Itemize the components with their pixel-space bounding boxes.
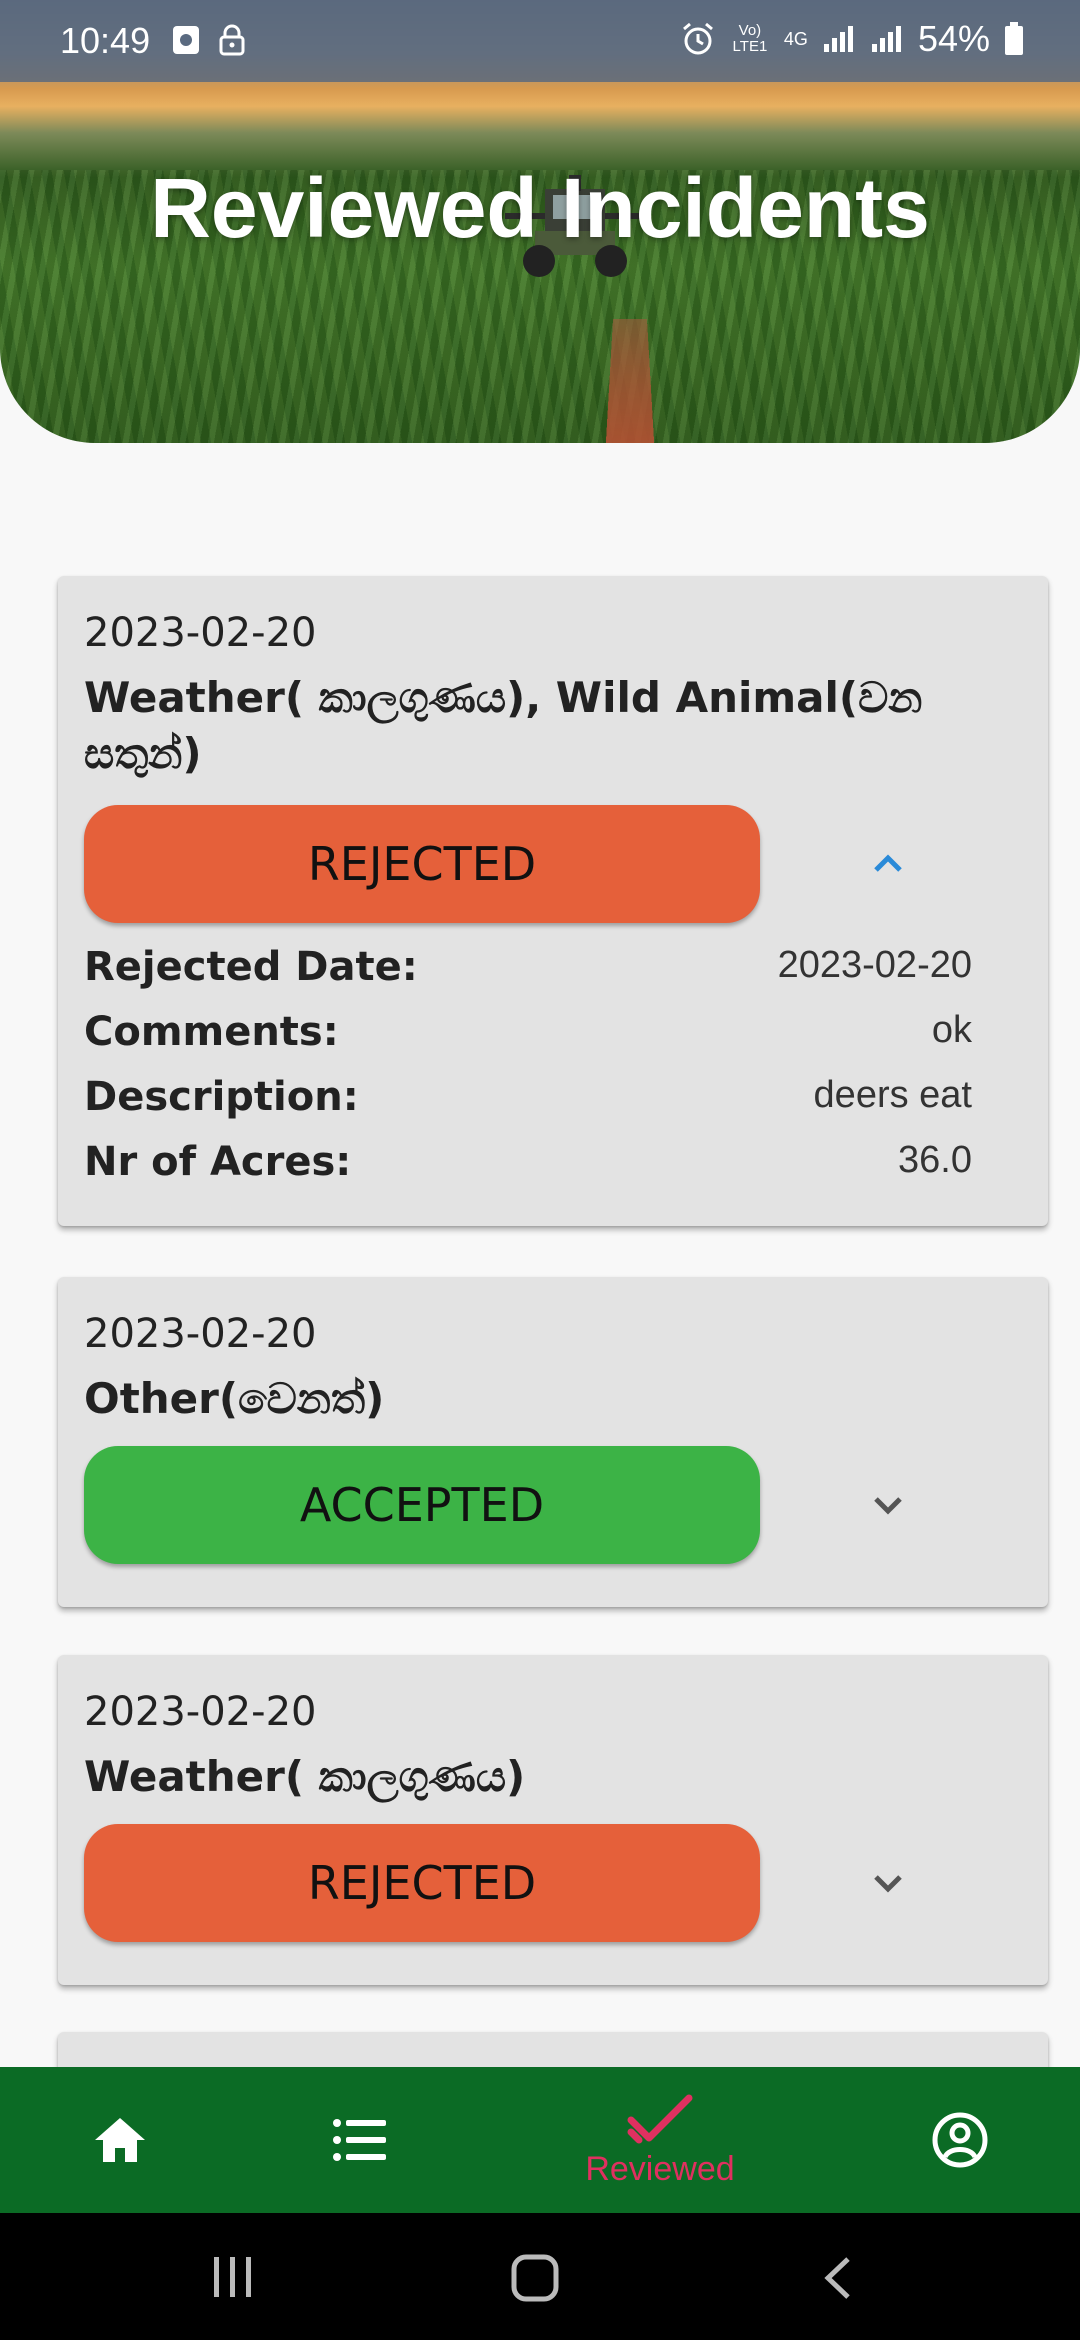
incident-card[interactable]: 2023-02-20 Weather( කාලගුණය) REJECTED [58,1655,1048,1985]
volte-indicator: Vo) LTE1 [732,22,768,55]
detail-row-acres: Nr of Acres: 36.0 [84,1139,972,1185]
detail-label: Description: [84,1074,359,1120]
nav-profile[interactable] [920,2067,1000,2213]
nav-home[interactable] [80,2067,160,2213]
incident-date: 2023-02-20 [84,1311,317,1357]
status-left-icons [172,24,246,56]
incident-card[interactable]: 2023-02-20 Other(වෙනත්) ACCEPTED [58,1277,1048,1607]
detail-row-rejected-date: Rejected Date: 2023-02-20 [84,944,972,990]
status-bar: 10:49 Vo) LTE1 4G 54% [0,0,1080,82]
recent-apps-icon[interactable] [210,2255,256,2299]
incident-type: Other(වෙනත්) [84,1374,385,1423]
detail-label: Nr of Acres: [84,1139,352,1185]
home-icon [95,2118,145,2162]
bottom-navigation: Reviewed [0,2067,1080,2213]
list-icon [333,2119,386,2161]
chevron-up-icon[interactable] [858,834,918,894]
system-navigation-bar [0,2213,1080,2340]
back-icon[interactable] [818,2255,858,2301]
incident-type: Weather( කාලගුණය), Wild Animal(වන සතුන්) [84,673,923,778]
incident-type: Weather( කාලගුණය) [84,1752,526,1801]
chevron-down-icon[interactable] [858,1853,918,1913]
status-right-icons: Vo) LTE1 4G 54% [680,18,1024,60]
detail-value: 2023-02-20 [777,944,972,986]
account-circle-icon [932,2112,988,2168]
status-badge-accepted[interactable]: ACCEPTED [84,1446,760,1564]
signal-icon-2 [871,26,901,52]
detail-value: deers eat [813,1074,972,1116]
battery-percent: 54% [917,18,990,59]
lock-icon [219,24,245,56]
incident-date: 2023-02-20 [84,1689,317,1735]
incident-date: 2023-02-20 [84,610,317,656]
status-time: 10:49 [60,20,151,61]
nav-reviewed-label: Reviewed [585,2149,735,2188]
check-icon [627,2094,693,2143]
status-badge-rejected[interactable]: REJECTED [84,1824,760,1942]
signal-icon [823,26,853,52]
detail-label: Comments: [84,1009,339,1055]
field-track [605,318,655,443]
detail-value: 36.0 [898,1139,972,1181]
detail-row-description: Description: deers eat [84,1074,972,1120]
detail-value: ok [931,1009,972,1051]
chevron-down-icon[interactable] [858,1475,918,1535]
detail-label: Rejected Date: [84,944,418,990]
incident-card[interactable]: 2023-02-20 Weather( කාලගුණය), Wild Anima… [58,576,1048,1226]
status-badge-rejected[interactable]: REJECTED [84,805,760,923]
detail-row-comments: Comments: ok [84,1009,972,1055]
nav-reviewed[interactable]: Reviewed [560,2067,760,2213]
battery-icon [1005,22,1023,55]
screen: 10:49 Vo) LTE1 4G 54% Reviewed Incidents… [0,0,1080,2340]
alarm-icon [682,22,713,55]
header-banner: 10:49 Vo) LTE1 4G 54% Reviewed Incidents [0,0,1080,443]
home-button-icon[interactable] [510,2253,560,2303]
page-title: Reviewed Incidents [150,161,930,255]
nav-list[interactable] [320,2067,400,2213]
image-notification-icon [173,26,199,54]
network-type: 4G [783,28,808,49]
